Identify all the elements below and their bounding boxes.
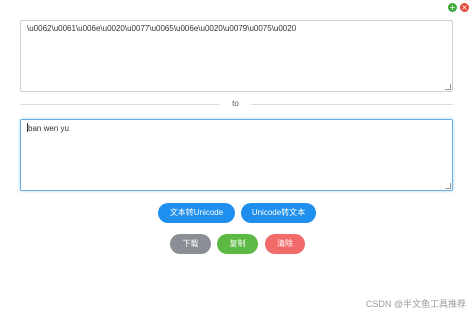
input-text: \u0062\u0061\u006e\u0020\u0077\u0065\u00…: [27, 24, 297, 33]
output-text: ban wen yu: [28, 124, 69, 133]
to-label: to: [232, 99, 239, 108]
text-output-textarea[interactable]: ban wen yu: [20, 119, 453, 191]
plus-icon: +: [449, 3, 456, 12]
resize-handle-icon[interactable]: [445, 84, 451, 90]
add-window-icon[interactable]: +: [448, 3, 457, 12]
resize-handle-icon[interactable]: [445, 183, 451, 189]
unicode-to-text-button[interactable]: Unicode转文本: [241, 203, 316, 223]
copy-button[interactable]: 复制: [217, 234, 258, 254]
unicode-input-textarea[interactable]: \u0062\u0061\u006e\u0020\u0077\u0065\u00…: [20, 20, 453, 92]
watermark: CSDN @半文鱼工具推荐: [365, 299, 466, 309]
divider-left: [20, 104, 220, 105]
text-to-unicode-button[interactable]: 文本转Unicode: [158, 203, 235, 223]
divider-right: [251, 104, 453, 105]
clear-button[interactable]: 清除: [265, 234, 305, 254]
download-button[interactable]: 下载: [170, 234, 211, 254]
close-icon: ×: [461, 3, 468, 12]
close-window-icon[interactable]: ×: [460, 3, 469, 12]
